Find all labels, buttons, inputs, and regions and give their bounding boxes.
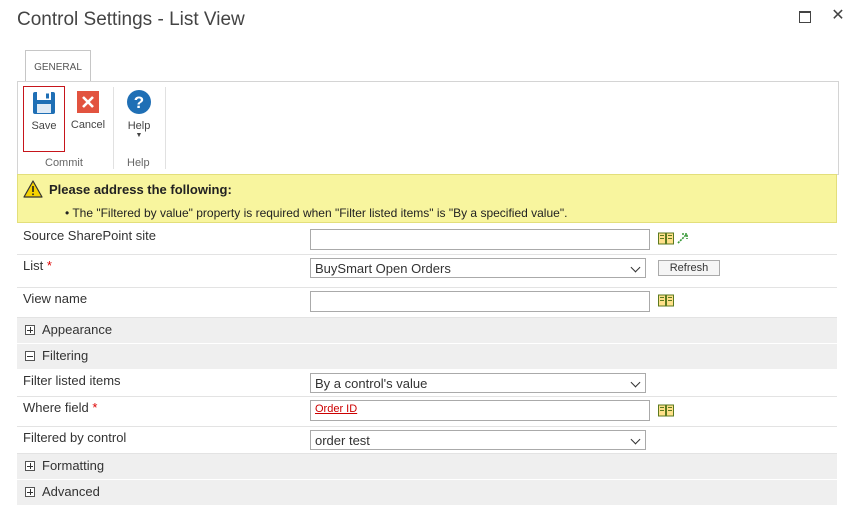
list-label: List * xyxy=(23,258,52,273)
ribbon-divider xyxy=(165,87,166,169)
expand-icon xyxy=(25,487,35,497)
where-field-input[interactable]: Order ID xyxy=(310,400,650,421)
section-filtering[interactable]: Filtering xyxy=(17,344,837,370)
required-mark: * xyxy=(92,400,98,415)
lookup-icon[interactable] xyxy=(658,404,674,417)
list-select[interactable]: BuySmart Open Orders xyxy=(310,258,646,278)
source-site-label: Source SharePoint site xyxy=(23,228,156,243)
view-name-input[interactable] xyxy=(310,291,650,312)
source-site-input[interactable] xyxy=(310,229,650,250)
close-icon[interactable]: ✕ xyxy=(828,6,845,26)
where-field-label: Where field * xyxy=(23,400,97,415)
filter-items-row: Filter listed items By a control's value xyxy=(17,370,837,397)
filtered-by-control-label: Filtered by control xyxy=(23,430,127,445)
ribbon: Save Cancel ? Help ▼ Commit Help xyxy=(17,81,839,175)
help-icon: ? xyxy=(127,90,151,114)
section-filtering-label: Filtering xyxy=(42,348,89,363)
browse-site-icon[interactable] xyxy=(676,232,690,245)
tab-general[interactable]: GENERAL xyxy=(25,50,91,82)
validation-title: Please address the following: xyxy=(49,182,232,197)
section-appearance-label: Appearance xyxy=(42,322,113,337)
section-formatting-label: Formatting xyxy=(42,458,105,473)
list-row: List * BuySmart Open Orders Refresh xyxy=(17,255,837,288)
source-site-row: Source SharePoint site xyxy=(17,224,837,255)
filtered-by-control-select[interactable]: order test xyxy=(310,430,646,450)
filtered-by-control-row: Filtered by control order test xyxy=(17,427,837,454)
cancel-icon xyxy=(77,91,99,113)
ribbon-divider xyxy=(113,87,114,169)
expand-icon xyxy=(25,325,35,335)
section-appearance[interactable]: Appearance xyxy=(17,318,837,344)
filter-items-select[interactable]: By a control's value xyxy=(310,373,646,393)
filter-items-label: Filter listed items xyxy=(23,373,121,388)
view-name-label: View name xyxy=(23,291,88,306)
list-label-text: List xyxy=(23,258,44,273)
validation-banner: Please address the following: • The "Fil… xyxy=(17,174,837,223)
help-button[interactable]: ? Help ▼ xyxy=(121,86,157,150)
save-label: Save xyxy=(31,120,57,132)
cancel-button[interactable]: Cancel xyxy=(68,86,108,150)
commit-group-label: Commit xyxy=(45,157,83,169)
required-mark: * xyxy=(46,258,52,273)
lookup-icon[interactable] xyxy=(658,232,674,245)
lookup-icon[interactable] xyxy=(658,294,674,307)
collapse-icon xyxy=(25,351,35,361)
where-field-label-text: Where field xyxy=(23,400,89,415)
svg-text:?: ? xyxy=(134,93,144,112)
view-name-row: View name xyxy=(17,288,837,318)
cancel-label: Cancel xyxy=(70,119,106,131)
warning-icon xyxy=(23,180,43,198)
where-field-row: Where field * Order ID xyxy=(17,397,837,427)
save-button[interactable]: Save xyxy=(23,86,65,152)
section-advanced-label: Advanced xyxy=(42,484,100,499)
maximize-icon[interactable] xyxy=(796,6,816,26)
dialog-title: Control Settings - List View xyxy=(17,9,245,30)
save-icon xyxy=(33,92,55,114)
section-formatting[interactable]: Formatting xyxy=(17,454,837,480)
refresh-button[interactable]: Refresh xyxy=(658,260,720,276)
help-group-label: Help xyxy=(127,157,150,169)
expand-icon xyxy=(25,461,35,471)
section-advanced[interactable]: Advanced xyxy=(17,480,837,506)
help-label: Help xyxy=(127,120,151,132)
validation-message: • The "Filtered by value" property is re… xyxy=(65,206,568,220)
chevron-down-icon: ▼ xyxy=(135,132,143,139)
